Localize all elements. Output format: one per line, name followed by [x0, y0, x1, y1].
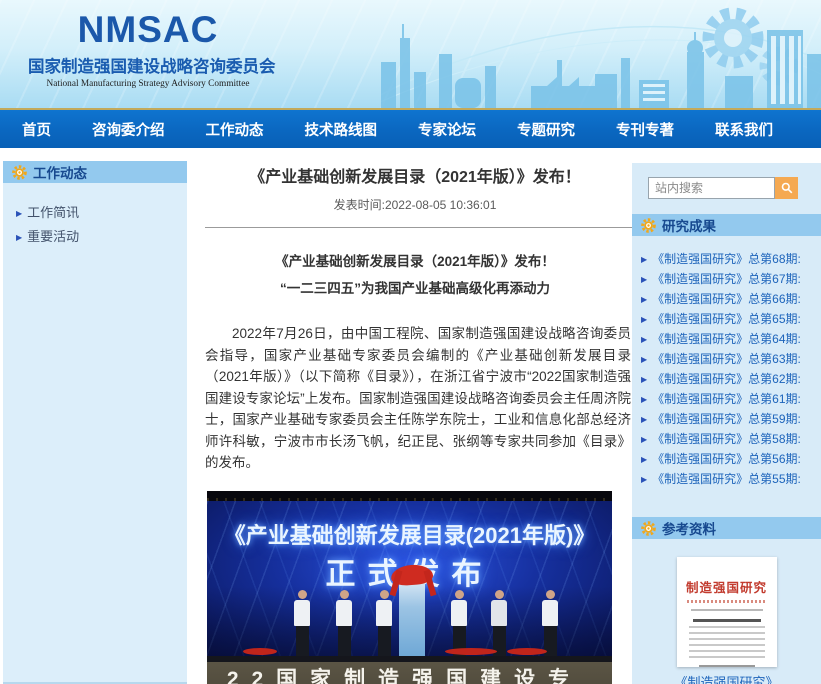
article-title: 《产业基础创新发展目录（2021年版）》发布！ [195, 163, 635, 187]
sidebar-section-header: 工作动态 [3, 161, 187, 183]
person-figure [449, 590, 469, 656]
gear-icon [641, 521, 656, 536]
research-section-title: 研究成果 [662, 215, 716, 235]
research-item-link[interactable]: ▶《制造强国研究》总第68期: [641, 249, 821, 269]
triangle-bullet-icon: ▶ [641, 295, 647, 304]
journal-cover-title: 制造强国研究 [677, 577, 777, 596]
research-item-link[interactable]: ▶《制造强国研究》总第63期: [641, 349, 821, 369]
nav-item[interactable]: 专题研究 [517, 119, 575, 140]
red-ribbon-pile [445, 648, 497, 655]
sidebar-menu-item[interactable]: ▶重要活动 [16, 225, 187, 249]
research-item-link[interactable]: ▶《制造强国研究》总第58期: [641, 429, 821, 449]
nav-item[interactable]: 专家论坛 [418, 119, 476, 140]
cover-decoration [689, 632, 765, 634]
research-item-link[interactable]: ▶《制造强国研究》总第62期: [641, 369, 821, 389]
photo-top-strip [207, 491, 612, 501]
sidebar-section-title: 工作动态 [33, 162, 87, 182]
reference-section-header: 参考资料 [632, 517, 821, 539]
reference-section-title: 参考资料 [662, 518, 716, 538]
triangle-bullet-icon: ▶ [641, 415, 647, 424]
nav-item[interactable]: 工作动态 [206, 119, 264, 140]
person-figure [292, 590, 312, 656]
research-item-link[interactable]: ▶《制造强国研究》总第64期: [641, 329, 821, 349]
cover-decoration [699, 665, 755, 667]
nav-item[interactable]: 专刊专著 [616, 119, 674, 140]
research-list: ▶《制造强国研究》总第68期: ▶《制造强国研究》总第67期: ▶《制造强国研究… [632, 249, 821, 489]
article: 《产业基础创新发展目录（2021年版）》发布！ 发表时间:2022-08-05 … [195, 148, 635, 684]
triangle-bullet-icon: ▶ [641, 395, 647, 404]
person-figure [489, 590, 509, 656]
nav-item[interactable]: 技术路线图 [305, 119, 378, 140]
search-icon [781, 182, 793, 194]
event-photo: 《产业基础创新发展目录(2021年版)》 正式发布 22国家制造强国建设专 Fo… [207, 491, 612, 684]
research-section-header: 研究成果 [632, 214, 821, 236]
sidebar-menu-item[interactable]: ▶工作简讯 [16, 201, 187, 225]
triangle-bullet-icon: ▶ [641, 335, 647, 344]
cover-decoration [689, 650, 765, 652]
research-item-link[interactable]: ▶《制造强国研究》总第65期: [641, 309, 821, 329]
launch-podium [399, 574, 425, 656]
cover-decoration [689, 626, 765, 628]
cityscape-gears-illustration [381, 0, 821, 108]
sidebar-menu: ▶工作简讯 ▶重要活动 [3, 201, 187, 249]
person-figure [374, 590, 394, 656]
gear-icon [641, 218, 656, 233]
research-item-link[interactable]: ▶《制造强国研究》总第55期: [641, 469, 821, 489]
nav-item[interactable]: 首页 [22, 119, 51, 140]
research-item-link[interactable]: ▶《制造强国研究》总第67期: [641, 269, 821, 289]
triangle-bullet-icon: ▶ [641, 475, 647, 484]
search-button[interactable] [775, 177, 798, 199]
org-name-chinese: 国家制造强国建设战略咨询委员会 [28, 53, 268, 77]
photo-stage-banner: 22国家制造强国建设专 Forum of National Manufactur… [207, 656, 612, 684]
triangle-bullet-icon: ▶ [641, 435, 647, 444]
research-item-link[interactable]: ▶《制造强国研究》总第66期: [641, 289, 821, 309]
cover-decoration [689, 638, 765, 640]
red-ribbon-pile [507, 648, 547, 655]
search-input[interactable] [648, 177, 775, 199]
article-subtitle-line2: “一二三四五”为我国产业基础高级化再添动力 [195, 277, 635, 297]
article-body: 2022年7月26日，由中国工程院、国家制造强国建设战略咨询委员会指导，国家产业… [205, 323, 631, 474]
red-ribbon-pile [243, 648, 277, 655]
main-nav: 首页 咨询委介绍 工作动态 技术路线图 专家论坛 专题研究 专刊专著 联系我们 [0, 108, 821, 148]
research-item-link[interactable]: ▶《制造强国研究》总第56期: [641, 449, 821, 469]
triangle-bullet-icon: ▶ [641, 455, 647, 464]
cover-decoration [689, 656, 765, 658]
divider [205, 227, 635, 228]
triangle-bullet-icon: ▶ [641, 275, 647, 284]
research-item-link[interactable]: ▶《制造强国研究》总第59期: [641, 409, 821, 429]
site-search [648, 177, 821, 199]
logo-acronym: NMSAC [28, 10, 268, 51]
research-item-link[interactable]: ▶《制造强国研究》总第61期: [641, 389, 821, 409]
publish-time: 发表时间:2022-08-05 10:36:01 [195, 196, 635, 213]
journal-cover[interactable]: 制造强国研究 [677, 557, 777, 667]
nav-item[interactable]: 咨询委介绍 [92, 119, 165, 140]
left-sidebar: 工作动态 ▶工作简讯 ▶重要活动 [3, 161, 187, 684]
page: NMSAC 国家制造强国建设战略咨询委员会 National Manufactu… [0, 0, 821, 684]
triangle-bullet-icon: ▶ [641, 315, 647, 324]
right-sidebar: 研究成果 ▶《制造强国研究》总第68期: ▶《制造强国研究》总第67期: ▶《制… [632, 163, 821, 684]
triangle-bullet-icon: ▶ [16, 233, 22, 242]
triangle-bullet-icon: ▶ [641, 375, 647, 384]
site-header: NMSAC 国家制造强国建设战略咨询委员会 National Manufactu… [0, 0, 821, 108]
person-figure [334, 590, 354, 656]
banner-text-chinese: 22国家制造强国建设专 [207, 663, 612, 684]
site-logo[interactable]: NMSAC 国家制造强国建设战略咨询委员会 National Manufactu… [28, 10, 268, 89]
article-subtitle-line1: 《产业基础创新发展目录（2021年版）》发布！ [195, 250, 635, 270]
person-figure [540, 590, 560, 656]
triangle-bullet-icon: ▶ [641, 355, 647, 364]
gear-icon [12, 165, 27, 180]
journal-caption-link[interactable]: 《制造强国研究》 [632, 672, 821, 684]
photo-screen-text-line1: 《产业基础创新发展目录(2021年版)》 [207, 518, 612, 550]
cover-decoration [691, 609, 763, 611]
cover-decoration [689, 644, 765, 646]
nav-item[interactable]: 联系我们 [715, 119, 773, 140]
triangle-bullet-icon: ▶ [641, 255, 647, 264]
triangle-bullet-icon: ▶ [16, 209, 22, 218]
cover-decoration [687, 600, 767, 603]
org-name-english: National Manufacturing Strategy Advisory… [28, 79, 268, 89]
cover-decoration [693, 619, 761, 622]
